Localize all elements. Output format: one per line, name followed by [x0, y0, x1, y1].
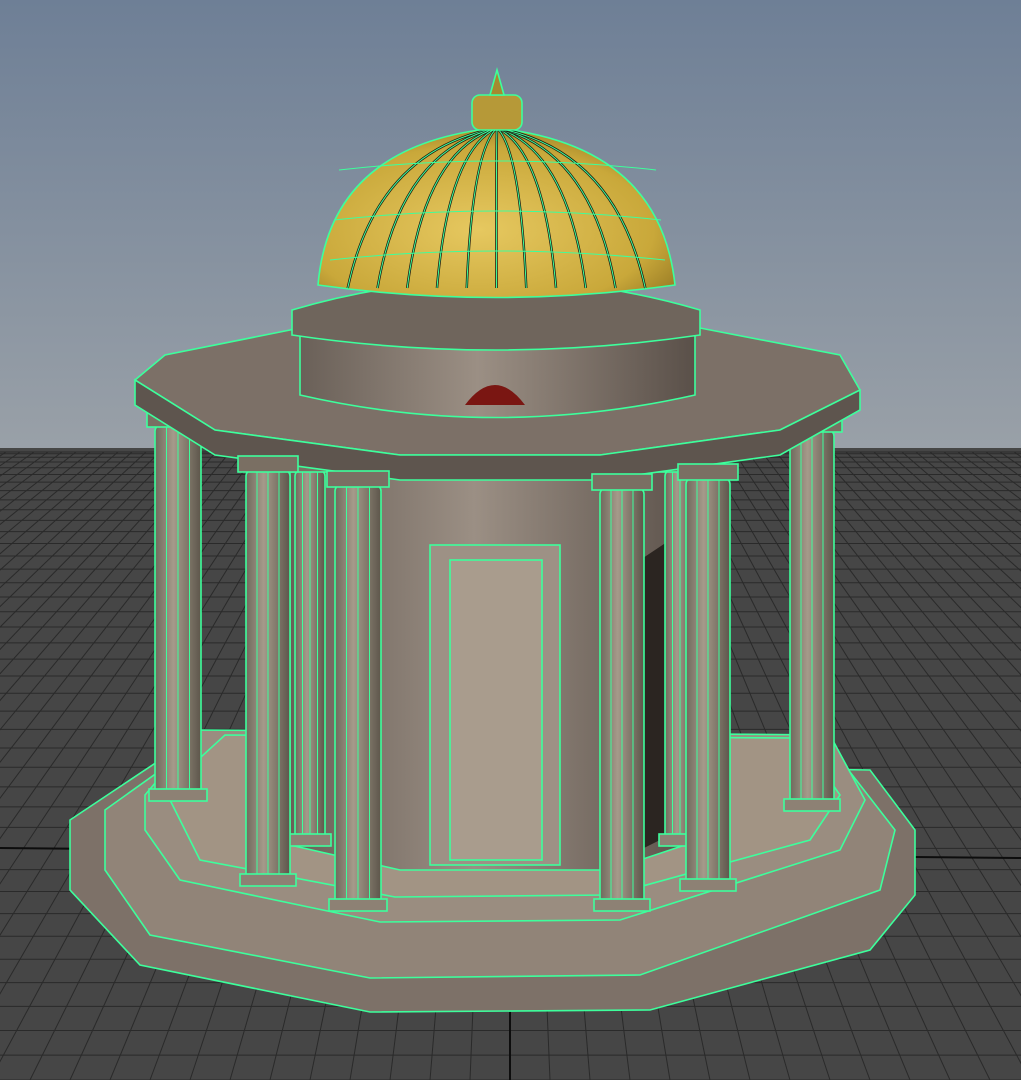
column-base — [679, 878, 737, 892]
column-base — [148, 788, 208, 802]
column-back-right[interactable] — [781, 415, 843, 812]
doorway-inner — [449, 559, 543, 861]
column-base — [783, 798, 841, 812]
column-capital — [326, 470, 390, 488]
scene-canvas[interactable] — [0, 0, 1021, 1080]
column-front-2[interactable] — [326, 470, 390, 912]
column-front-4[interactable] — [677, 463, 739, 892]
column-base — [288, 833, 332, 847]
viewport-3d[interactable] — [0, 0, 1021, 1080]
column-capital — [591, 473, 653, 491]
column-base — [239, 873, 297, 887]
dome-drum[interactable] — [291, 279, 701, 419]
column-capital — [677, 463, 739, 481]
lantern — [471, 94, 523, 131]
column-front-3[interactable] — [591, 473, 653, 912]
column-front-1[interactable] — [237, 455, 299, 887]
column-capital — [237, 455, 299, 473]
column-base — [593, 898, 651, 912]
column-back-left[interactable] — [146, 410, 210, 802]
dome-rib-wire — [495, 127, 498, 289]
column-base — [328, 898, 388, 912]
